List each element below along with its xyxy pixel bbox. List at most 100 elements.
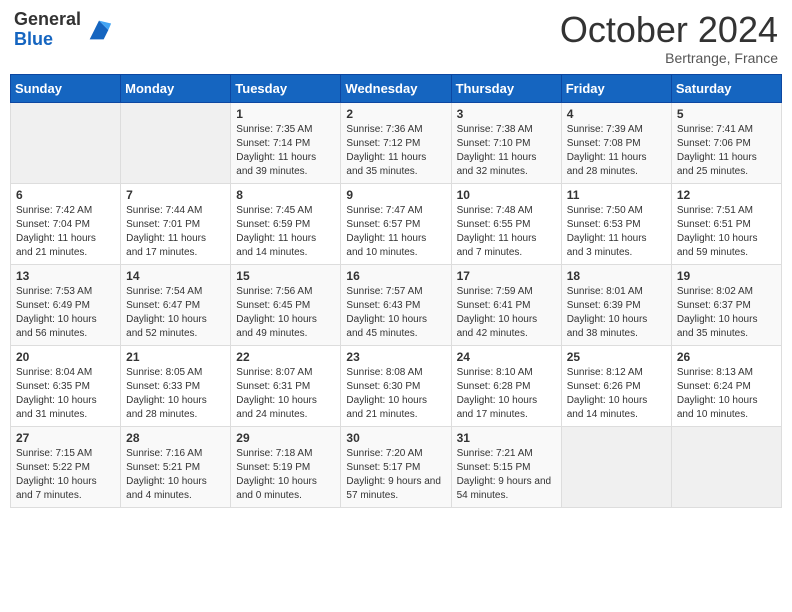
day-number: 12 — [677, 188, 776, 202]
day-info: Sunrise: 7:44 AMSunset: 7:01 PMDaylight:… — [126, 204, 225, 260]
day-info: Sunrise: 7:39 AMSunset: 7:08 PMDaylight:… — [567, 123, 666, 179]
calendar-cell: 28 Sunrise: 7:16 AMSunset: 5:21 PMDayligh… — [121, 426, 231, 507]
day-number: 2 — [346, 107, 445, 121]
calendar-cell: 19Sunrise: 8:02 AMSunset: 6:37 PMDayligh… — [671, 264, 781, 345]
day-info: Sunrise: 8:13 AMSunset: 6:24 PMDaylight:… — [677, 366, 776, 422]
calendar-week-row: 20 Sunrise: 8:04 AMSunset: 6:35 PMDayligh… — [11, 345, 782, 426]
day-number: 30 — [346, 431, 445, 445]
day-info: Sunrise: 7:47 AMSunset: 6:57 PMDaylight:… — [346, 204, 445, 260]
day-info: Sunrise: 8:10 AMSunset: 6:28 PMDaylight:… — [457, 366, 556, 422]
day-info: Sunrise: 7:15 AMSunset: 5:22 PMDaylight:… — [16, 447, 115, 503]
calendar-cell: 27 Sunrise: 7:15 AMSunset: 5:22 PMDayligh… — [11, 426, 121, 507]
day-number: 6 — [16, 188, 115, 202]
day-number: 9 — [346, 188, 445, 202]
day-info: Sunrise: 7:21 AMSunset: 5:15 PMDaylight:… — [457, 447, 556, 503]
day-number: 28 — [126, 431, 225, 445]
calendar-cell: 1Sunrise: 7:35 AMSunset: 7:14 PMDaylight… — [231, 102, 341, 183]
calendar-week-row: 6 Sunrise: 7:42 AMSunset: 7:04 PMDaylight… — [11, 183, 782, 264]
day-info: Sunrise: 7:38 AMSunset: 7:10 PMDaylight:… — [457, 123, 556, 179]
logo-general-text: General — [14, 10, 81, 30]
day-number: 17 — [457, 269, 556, 283]
calendar-cell: 8Sunrise: 7:45 AMSunset: 6:59 PMDaylight… — [231, 183, 341, 264]
calendar-cell: 11 Sunrise: 7:50 AMSunset: 6:53 PMDayligh… — [561, 183, 671, 264]
day-of-week-header: Monday — [121, 74, 231, 102]
calendar-table: SundayMondayTuesdayWednesdayThursdayFrid… — [10, 74, 782, 508]
calendar-cell: 23Sunrise: 8:08 AMSunset: 6:30 PMDayligh… — [341, 345, 451, 426]
day-info: Sunrise: 7:59 AMSunset: 6:41 PMDaylight:… — [457, 285, 556, 341]
day-number: 11 — [567, 188, 666, 202]
calendar-cell: 10 Sunrise: 7:48 AMSunset: 6:55 PMDayligh… — [451, 183, 561, 264]
day-number: 8 — [236, 188, 335, 202]
calendar-cell — [671, 426, 781, 507]
day-number: 26 — [677, 350, 776, 364]
logo-blue-text: Blue — [14, 30, 81, 50]
day-info: Sunrise: 7:42 AMSunset: 7:04 PMDaylight:… — [16, 204, 115, 260]
day-number: 10 — [457, 188, 556, 202]
calendar-header-row: SundayMondayTuesdayWednesdayThursdayFrid… — [11, 74, 782, 102]
day-info: Sunrise: 8:01 AMSunset: 6:39 PMDaylight:… — [567, 285, 666, 341]
day-info: Sunrise: 7:36 AMSunset: 7:12 PMDaylight:… — [346, 123, 445, 179]
day-info: Sunrise: 7:16 AMSunset: 5:21 PMDaylight:… — [126, 447, 225, 503]
day-info: Sunrise: 7:35 AMSunset: 7:14 PMDaylight:… — [236, 123, 335, 179]
day-of-week-header: Wednesday — [341, 74, 451, 102]
day-info: Sunrise: 7:56 AMSunset: 6:45 PMDaylight:… — [236, 285, 335, 341]
calendar-cell: 13 Sunrise: 7:53 AMSunset: 6:49 PMDayligh… — [11, 264, 121, 345]
calendar-cell: 15 Sunrise: 7:56 AMSunset: 6:45 PMDayligh… — [231, 264, 341, 345]
day-number: 16 — [346, 269, 445, 283]
day-number: 29 — [236, 431, 335, 445]
day-info: Sunrise: 7:51 AMSunset: 6:51 PMDaylight:… — [677, 204, 776, 260]
day-number: 23 — [346, 350, 445, 364]
day-number: 7 — [126, 188, 225, 202]
calendar-week-row: 1Sunrise: 7:35 AMSunset: 7:14 PMDaylight… — [11, 102, 782, 183]
day-number: 27 — [16, 431, 115, 445]
calendar-cell: 22 Sunrise: 8:07 AMSunset: 6:31 PMDayligh… — [231, 345, 341, 426]
day-info: Sunrise: 7:53 AMSunset: 6:49 PMDaylight:… — [16, 285, 115, 341]
calendar-cell: 30 Sunrise: 7:20 AMSunset: 5:17 PMDayligh… — [341, 426, 451, 507]
day-number: 4 — [567, 107, 666, 121]
calendar-cell: 16 Sunrise: 7:57 AMSunset: 6:43 PMDayligh… — [341, 264, 451, 345]
calendar-cell — [121, 102, 231, 183]
day-of-week-header: Sunday — [11, 74, 121, 102]
day-number: 20 — [16, 350, 115, 364]
day-number: 25 — [567, 350, 666, 364]
calendar-cell: 9 Sunrise: 7:47 AMSunset: 6:57 PMDaylight… — [341, 183, 451, 264]
day-of-week-header: Tuesday — [231, 74, 341, 102]
title-block: October 2024 Bertrange, France — [560, 10, 778, 66]
calendar-cell: 18 Sunrise: 8:01 AMSunset: 6:39 PMDayligh… — [561, 264, 671, 345]
day-info: Sunrise: 7:41 AMSunset: 7:06 PMDaylight:… — [677, 123, 776, 179]
calendar-cell: 31Sunrise: 7:21 AMSunset: 5:15 PMDayligh… — [451, 426, 561, 507]
day-number: 24 — [457, 350, 556, 364]
day-number: 18 — [567, 269, 666, 283]
location-title: Bertrange, France — [560, 50, 778, 66]
calendar-cell: 21Sunrise: 8:05 AMSunset: 6:33 PMDayligh… — [121, 345, 231, 426]
calendar-cell: 20 Sunrise: 8:04 AMSunset: 6:35 PMDayligh… — [11, 345, 121, 426]
day-info: Sunrise: 7:50 AMSunset: 6:53 PMDaylight:… — [567, 204, 666, 260]
day-info: Sunrise: 8:07 AMSunset: 6:31 PMDaylight:… — [236, 366, 335, 422]
day-info: Sunrise: 7:48 AMSunset: 6:55 PMDaylight:… — [457, 204, 556, 260]
logo: General Blue — [14, 10, 113, 50]
day-info: Sunrise: 8:05 AMSunset: 6:33 PMDaylight:… — [126, 366, 225, 422]
calendar-cell: 14 Sunrise: 7:54 AMSunset: 6:47 PMDayligh… — [121, 264, 231, 345]
calendar-cell: 25Sunrise: 8:12 AMSunset: 6:26 PMDayligh… — [561, 345, 671, 426]
day-number: 19 — [677, 269, 776, 283]
day-of-week-header: Thursday — [451, 74, 561, 102]
logo-icon — [85, 16, 113, 44]
day-number: 5 — [677, 107, 776, 121]
day-info: Sunrise: 7:54 AMSunset: 6:47 PMDaylight:… — [126, 285, 225, 341]
day-of-week-header: Friday — [561, 74, 671, 102]
day-info: Sunrise: 7:57 AMSunset: 6:43 PMDaylight:… — [346, 285, 445, 341]
day-of-week-header: Saturday — [671, 74, 781, 102]
day-number: 13 — [16, 269, 115, 283]
day-number: 22 — [236, 350, 335, 364]
day-number: 15 — [236, 269, 335, 283]
calendar-cell: 26 Sunrise: 8:13 AMSunset: 6:24 PMDayligh… — [671, 345, 781, 426]
calendar-cell: 29Sunrise: 7:18 AMSunset: 5:19 PMDayligh… — [231, 426, 341, 507]
calendar-week-row: 27 Sunrise: 7:15 AMSunset: 5:22 PMDayligh… — [11, 426, 782, 507]
calendar-cell: 17 Sunrise: 7:59 AMSunset: 6:41 PMDayligh… — [451, 264, 561, 345]
calendar-cell — [11, 102, 121, 183]
day-number: 14 — [126, 269, 225, 283]
day-info: Sunrise: 8:04 AMSunset: 6:35 PMDaylight:… — [16, 366, 115, 422]
calendar-week-row: 13 Sunrise: 7:53 AMSunset: 6:49 PMDayligh… — [11, 264, 782, 345]
calendar-cell: 2 Sunrise: 7:36 AMSunset: 7:12 PMDaylight… — [341, 102, 451, 183]
day-info: Sunrise: 7:20 AMSunset: 5:17 PMDaylight:… — [346, 447, 445, 503]
